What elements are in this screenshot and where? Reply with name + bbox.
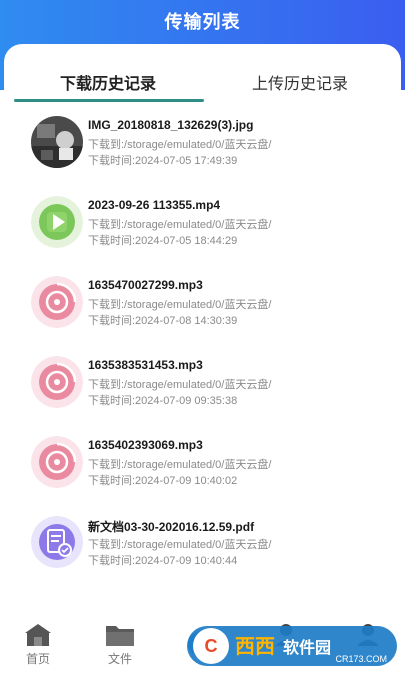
file-time: 下载时间:2024-07-08 14:30:39 [88, 315, 238, 327]
svg-text:C: C [205, 636, 218, 656]
watermark-site: CR173.COM [335, 654, 387, 664]
list-item[interactable]: 2023-09-26 113355.mp4 下载到:/storage/emula… [4, 194, 401, 264]
photo-thumbnail-icon [31, 116, 83, 168]
transfer-card: 下载历史记录 上传历史记录 IMG_20180818_132629(3).jpg… [4, 44, 401, 619]
file-time: 下载时间:2024-07-05 18:44:29 [88, 235, 238, 247]
file-name: IMG_20180818_132629(3).jpg [88, 118, 254, 132]
watermark-brand: 西西 [235, 634, 275, 658]
file-name: 1635470027299.mp3 [88, 278, 203, 292]
list-item[interactable]: 新文档03-30-202016.12.59.pdf 下载到:/storage/e… [4, 514, 401, 584]
file-name: 1635402393069.mp3 [88, 438, 203, 452]
file-destination: 下载到:/storage/emulated/0/蓝天云盘/ [88, 139, 272, 151]
page-title: 传输列表 [164, 12, 241, 32]
file-name: 1635383531453.mp3 [88, 358, 203, 372]
file-time: 下载时间:2024-07-09 10:40:02 [88, 475, 238, 487]
nav-home[interactable]: 首页 [8, 622, 68, 667]
document-file-icon [31, 516, 83, 568]
tab-download-history[interactable]: 下载历史记录 [60, 70, 156, 94]
folder-icon [106, 626, 134, 646]
file-time: 下载时间:2024-07-09 10:40:44 [88, 555, 238, 567]
file-destination: 下载到:/storage/emulated/0/蓝天云盘/ [88, 219, 272, 231]
audio-file-icon [31, 436, 83, 488]
file-name: 新文档03-30-202016.12.59.pdf [88, 520, 255, 534]
audio-file-icon [31, 356, 83, 408]
list-item[interactable]: 1635470027299.mp3 下载到:/storage/emulated/… [4, 274, 401, 344]
video-file-icon [31, 196, 83, 248]
bottom-nav: 首页 文件 C 西西 软件园 CR173.COM [0, 608, 405, 678]
audio-file-icon [31, 276, 83, 328]
file-destination: 下载到:/storage/emulated/0/蓝天云盘/ [88, 379, 272, 391]
file-time: 下载时间:2024-07-09 09:35:38 [88, 395, 238, 407]
home-icon [25, 624, 51, 646]
site-watermark-logo: C 西西 软件园 CR173.COM [187, 626, 397, 666]
file-destination: 下载到:/storage/emulated/0/蓝天云盘/ [88, 539, 272, 551]
list-item[interactable]: IMG_20180818_132629(3).jpg 下载到:/storage/… [4, 114, 401, 184]
list-item[interactable]: 1635383531453.mp3 下载到:/storage/emulated/… [4, 354, 401, 424]
nav-home-label: 首页 [25, 652, 50, 666]
list-item[interactable]: 1635402393069.mp3 下载到:/storage/emulated/… [4, 434, 401, 504]
file-time: 下载时间:2024-07-05 17:49:39 [88, 155, 238, 167]
file-destination: 下载到:/storage/emulated/0/蓝天云盘/ [88, 459, 272, 471]
nav-files-label: 文件 [107, 652, 132, 666]
nav-files[interactable]: 文件 [90, 622, 150, 667]
active-tab-indicator [14, 99, 204, 102]
file-name: 2023-09-26 113355.mp4 [88, 198, 221, 212]
file-destination: 下载到:/storage/emulated/0/蓝天云盘/ [88, 299, 272, 311]
tab-bar: 下载历史记录 上传历史记录 [4, 44, 401, 104]
tab-upload-history[interactable]: 上传历史记录 [252, 70, 348, 94]
watermark-text: 软件园 [283, 638, 331, 657]
